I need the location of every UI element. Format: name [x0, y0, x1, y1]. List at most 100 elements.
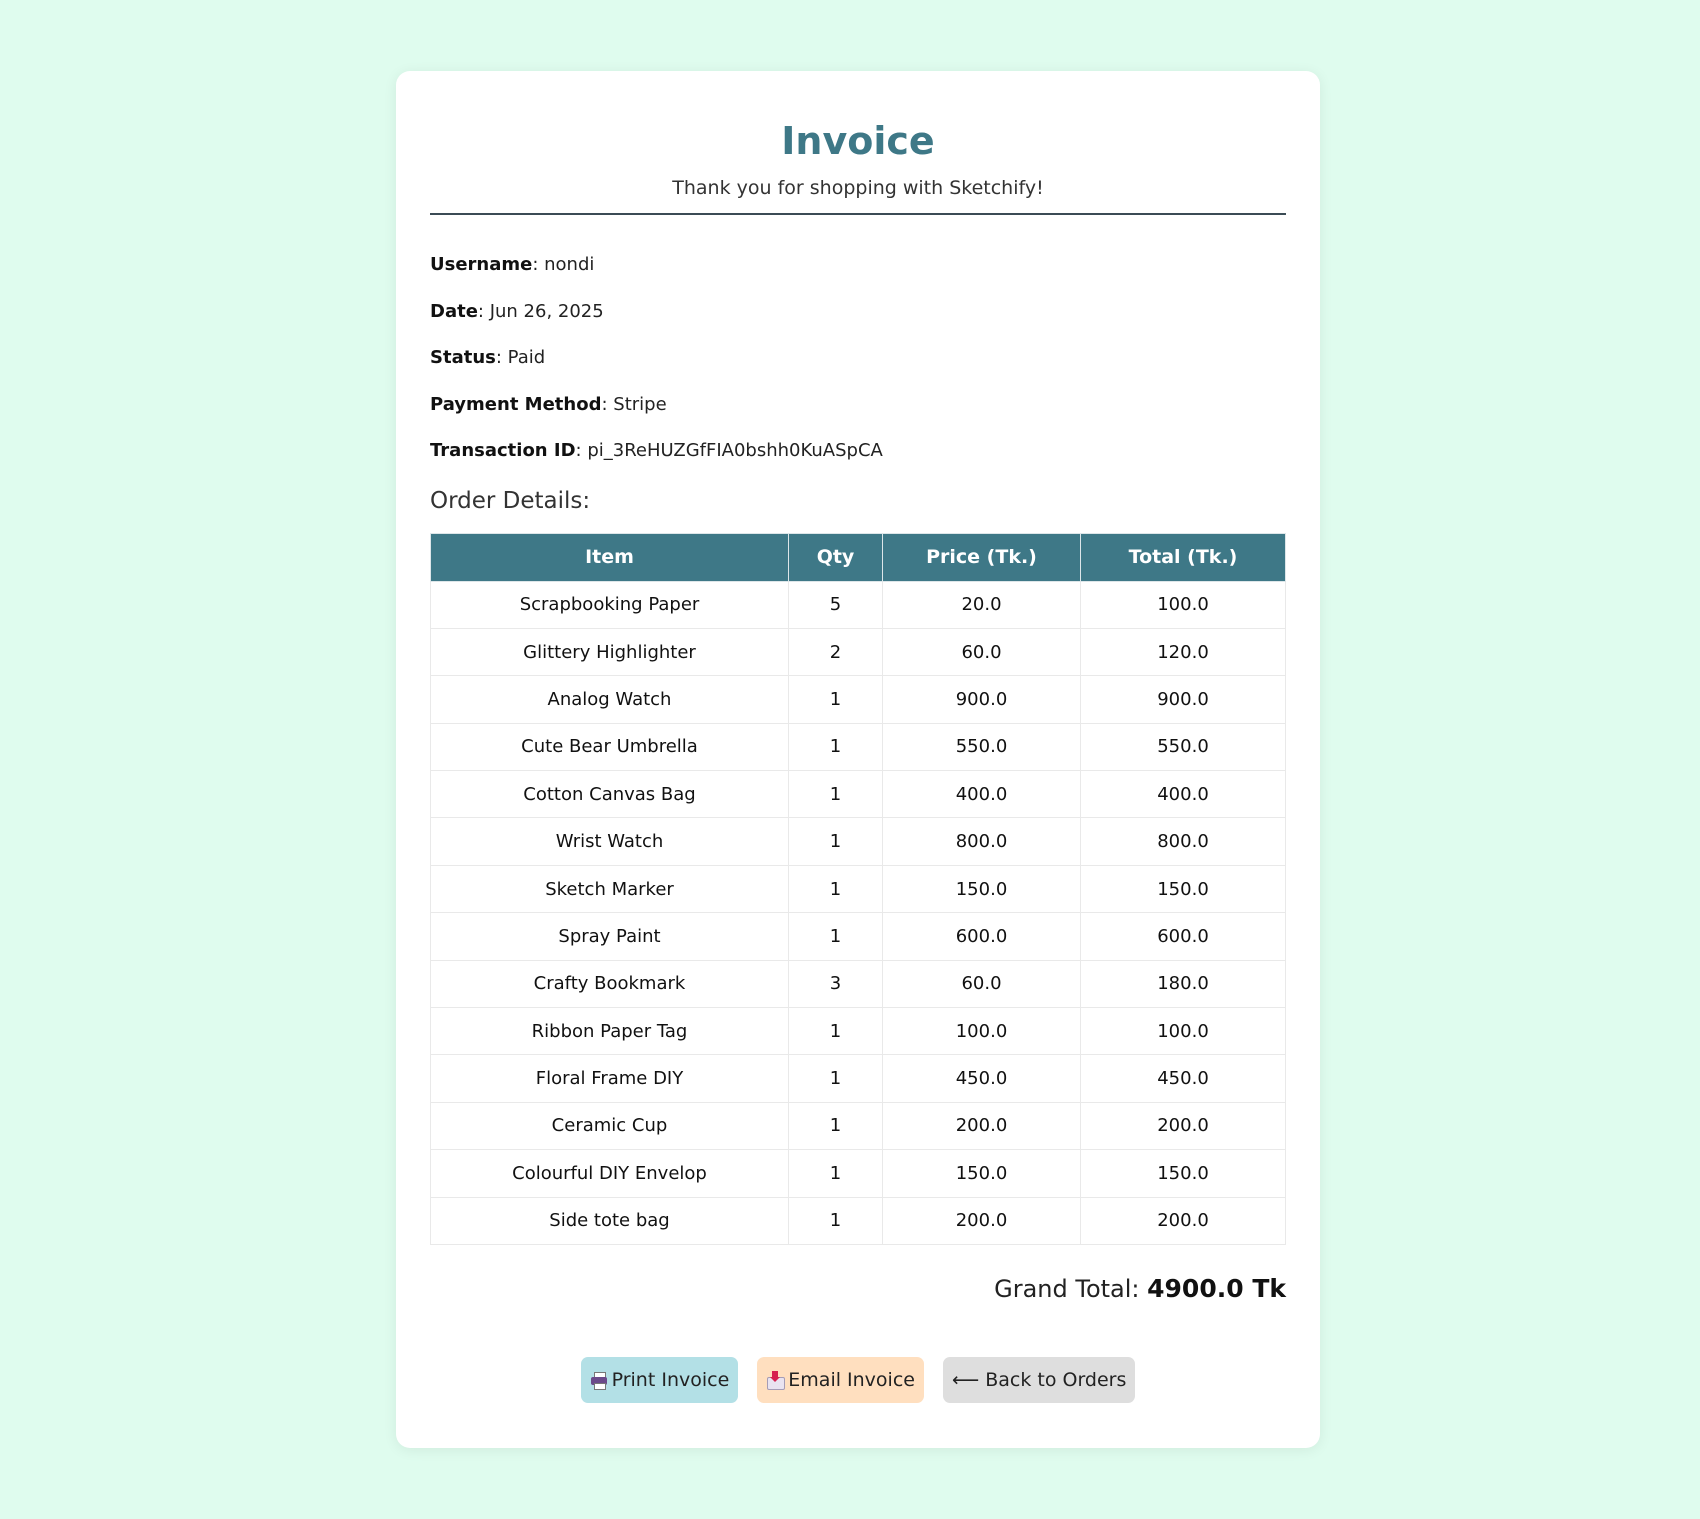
- price-cell: 200.0: [882, 1101, 1081, 1151]
- table-row: Sketch Marker 1 150.0 150.0: [430, 864, 1286, 914]
- payment-method-label: Payment Method: [430, 393, 602, 415]
- qty-cell: 1: [788, 722, 883, 772]
- email-invoice-label: Email Invoice: [788, 1368, 915, 1391]
- payment-method-row: Payment Method: Stripe: [430, 393, 667, 415]
- price-cell: 100.0: [882, 1007, 1081, 1056]
- qty-cell: 1: [788, 817, 883, 866]
- table-row: Wrist Watch 1 800.0 800.0: [430, 817, 1286, 866]
- status-label: Status: [430, 347, 496, 368]
- price-cell: 150.0: [882, 1149, 1081, 1198]
- username-row: Username: nondi: [430, 254, 595, 275]
- price-cell: 800.0: [882, 817, 1081, 866]
- invoice-card: Invoice Thank you for shopping with Sket…: [396, 71, 1320, 1448]
- qty-cell: 1: [788, 912, 883, 961]
- thank-you-message: Thank you for shopping with Sketchify!: [672, 177, 1044, 199]
- item-name-cell: Colourful DIY Envelop: [430, 1149, 789, 1198]
- inbox-tray-icon: [766, 1370, 786, 1390]
- price-cell: 900.0: [882, 675, 1081, 724]
- table-row: Cute Bear Umbrella 1 550.0 550.0: [430, 722, 1286, 772]
- grand-total-value: 4900.0 Tk: [1147, 1273, 1286, 1303]
- date-value: Jun 26, 2025: [489, 300, 604, 322]
- order-details-heading: Order Details:: [430, 487, 591, 514]
- price-cell: 550.0: [882, 722, 1081, 772]
- qty-cell: 5: [788, 580, 883, 629]
- status-value: Paid: [507, 347, 546, 368]
- price-cell: 60.0: [882, 627, 1081, 677]
- total-cell: 180.0: [1080, 959, 1286, 1009]
- table-row: Scrapbooking Paper 5 20.0 100.0: [430, 580, 1286, 629]
- qty-cell: 2: [788, 627, 883, 677]
- total-cell: 200.0: [1080, 1196, 1286, 1245]
- price-cell: 200.0: [882, 1196, 1081, 1245]
- price-cell: 150.0: [882, 864, 1081, 914]
- qty-cell: 1: [788, 1149, 883, 1198]
- price-cell: 20.0: [882, 580, 1081, 629]
- total-cell: 120.0: [1080, 627, 1286, 677]
- qty-cell: 1: [788, 675, 883, 724]
- item-name-cell: Floral Frame DIY: [430, 1054, 789, 1103]
- print-invoice-label: Print Invoice: [611, 1368, 730, 1391]
- grand-total: Grand Total: 4900.0 Tk: [430, 1273, 1286, 1305]
- table-row: Ceramic Cup 1 200.0 200.0: [430, 1101, 1286, 1151]
- item-name-cell: Glittery Highlighter: [430, 627, 789, 677]
- qty-cell: 1: [788, 1196, 883, 1245]
- back-arrow-icon: ⟵: [951, 1368, 980, 1391]
- total-cell: 200.0: [1080, 1101, 1286, 1151]
- item-name-cell: Ribbon Paper Tag: [430, 1007, 789, 1056]
- transaction-id-value: pi_3ReHUZGfFIA0bshh0KuASpCA: [587, 440, 883, 461]
- invoice-actions: Print Invoice Email Invoice ⟵ Back to Or…: [430, 1356, 1286, 1403]
- total-cell: 900.0: [1080, 675, 1286, 724]
- item-name-cell: Cotton Canvas Bag: [430, 770, 789, 819]
- table-row: Spray Paint 1 600.0 600.0: [430, 912, 1286, 961]
- total-cell: 600.0: [1080, 912, 1286, 961]
- total-cell: 450.0: [1080, 1054, 1286, 1103]
- username-label: Username: [430, 254, 533, 275]
- total-cell: 400.0: [1080, 770, 1286, 819]
- status-row: Status: Paid: [430, 347, 546, 368]
- item-name-cell: Spray Paint: [430, 912, 789, 961]
- price-cell: 450.0: [882, 1054, 1081, 1103]
- table-row: Crafty Bookmark 3 60.0 180.0: [430, 959, 1286, 1009]
- item-name-cell: Wrist Watch: [430, 817, 789, 866]
- item-name-cell: Crafty Bookmark: [430, 959, 789, 1009]
- item-name-cell: Analog Watch: [430, 675, 789, 724]
- item-name-cell: Sketch Marker: [430, 864, 789, 914]
- invoice-header: Invoice Thank you for shopping with Sket…: [430, 71, 1286, 201]
- date-row: Date: Jun 26, 2025: [430, 300, 604, 322]
- header-divider: [430, 213, 1286, 215]
- table-row: Analog Watch 1 900.0 900.0: [430, 675, 1286, 724]
- qty-cell: 3: [788, 959, 883, 1009]
- qty-cell: 1: [788, 770, 883, 819]
- payment-method-value: Stripe: [613, 393, 667, 415]
- item-name-cell: Side tote bag: [430, 1196, 789, 1245]
- qty-cell: 1: [788, 1054, 883, 1103]
- total-cell: 100.0: [1080, 1007, 1286, 1056]
- invoice-meta: Username: nondi Date: Jun 26, 2025 Statu…: [430, 253, 1286, 463]
- print-invoice-button[interactable]: Print Invoice: [580, 1356, 739, 1403]
- table-row: Glittery Highlighter 2 60.0 120.0: [430, 627, 1286, 677]
- table-row: Colourful DIY Envelop 1 150.0 150.0: [430, 1149, 1286, 1198]
- total-cell: 150.0: [1080, 864, 1286, 914]
- qty-cell: 1: [788, 864, 883, 914]
- back-to-orders-label: Back to Orders: [985, 1368, 1127, 1391]
- total-cell: 800.0: [1080, 817, 1286, 866]
- total-cell: 150.0: [1080, 1149, 1286, 1198]
- item-name-cell: Ceramic Cup: [430, 1101, 789, 1151]
- total-cell: 550.0: [1080, 722, 1286, 772]
- column-header-qty: Qty: [788, 532, 883, 582]
- back-to-orders-button[interactable]: ⟵ Back to Orders: [942, 1356, 1136, 1403]
- email-invoice-button[interactable]: Email Invoice: [757, 1356, 924, 1403]
- item-name-cell: Cute Bear Umbrella: [430, 722, 789, 772]
- price-cell: 600.0: [882, 912, 1081, 961]
- table-row: Side tote bag 1 200.0 200.0: [430, 1196, 1286, 1245]
- transaction-id-label: Transaction ID: [430, 440, 576, 461]
- grand-total-label: Grand Total:: [994, 1274, 1140, 1303]
- printer-icon: [590, 1371, 608, 1390]
- username-value: nondi: [544, 254, 595, 275]
- order-table: Item Qty Price (Tk.) Total (Tk.) Scrapbo…: [430, 532, 1286, 1245]
- qty-cell: 1: [788, 1007, 883, 1056]
- page-title: Invoice: [781, 119, 935, 163]
- item-name-cell: Scrapbooking Paper: [430, 580, 789, 629]
- price-cell: 60.0: [882, 959, 1081, 1009]
- column-header-item: Item: [430, 532, 789, 582]
